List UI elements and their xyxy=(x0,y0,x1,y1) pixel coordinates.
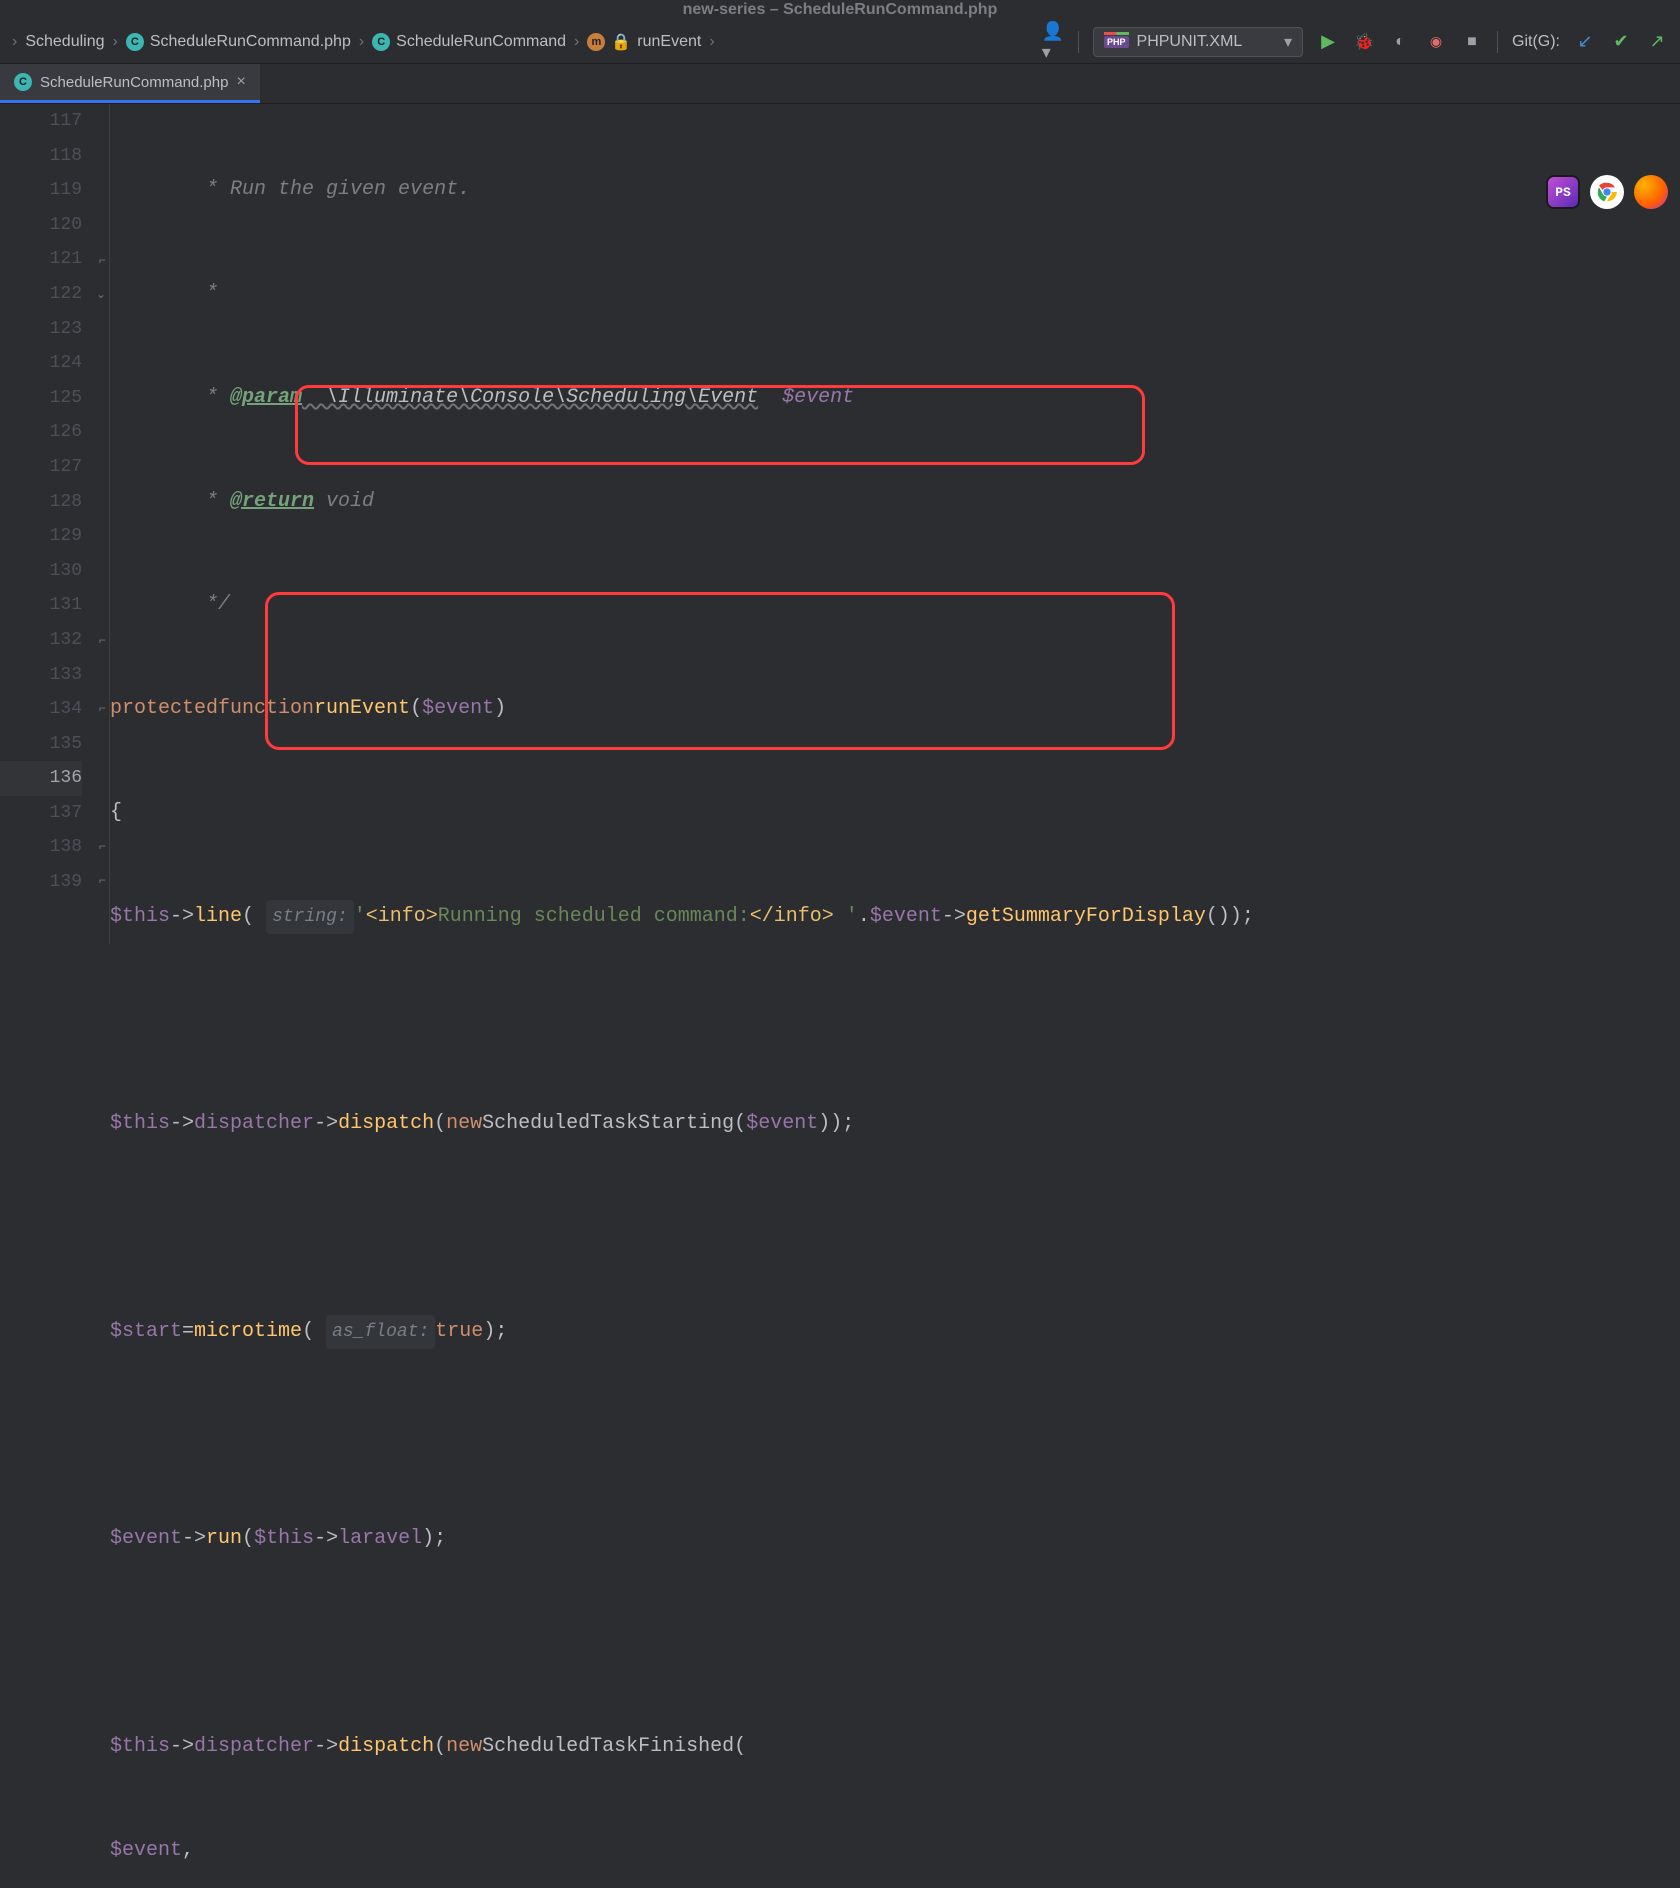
breadcrumb-item[interactable]: C ScheduleRunCommand xyxy=(372,33,566,51)
tab-label: ScheduleRunCommand.php xyxy=(40,74,228,91)
breadcrumb-item[interactable]: m 🔒 runEvent xyxy=(587,32,701,52)
chevron-right-icon: › xyxy=(359,33,364,51)
chevron-right-icon: › xyxy=(709,33,714,51)
chevron-down-icon: ▾ xyxy=(1284,32,1292,52)
close-icon[interactable]: × xyxy=(236,73,245,91)
fold-start-icon[interactable]: ⌄ xyxy=(94,278,106,290)
code-area[interactable]: * Run the given event. * * @param \Illum… xyxy=(110,104,1680,944)
phpunit-icon: PHP xyxy=(1104,36,1129,48)
phpstorm-icon[interactable]: PS xyxy=(1546,175,1580,209)
toolbar: › Scheduling › C ScheduleRunCommand.php … xyxy=(0,20,1680,64)
breadcrumb-item[interactable]: C ScheduleRunCommand.php xyxy=(126,33,351,51)
git-update-button[interactable]: ↙ xyxy=(1574,31,1596,53)
git-commit-button[interactable]: ✔ xyxy=(1610,31,1632,53)
breadcrumb-item[interactable]: Scheduling xyxy=(25,33,104,51)
run-configuration-selector[interactable]: PHP PHPUNIT.XML ▾ xyxy=(1093,27,1303,57)
divider xyxy=(1497,31,1498,53)
tab-file[interactable]: C ScheduleRunCommand.php × xyxy=(0,64,260,103)
debug-button[interactable]: 🐞 xyxy=(1353,31,1375,53)
php-class-icon: C xyxy=(126,33,144,51)
fold-end-icon[interactable]: ⌐ xyxy=(94,864,106,876)
breadcrumb: › Scheduling › C ScheduleRunCommand.php … xyxy=(12,32,1042,52)
chevron-right-icon: › xyxy=(12,33,17,51)
editor-tabs: C ScheduleRunCommand.php × xyxy=(0,64,1680,104)
fold-column[interactable]: ⌐ ⌄ ⌐ ⌐ ⌐ ⌐ xyxy=(92,104,110,944)
run-config-label: PHPUNIT.XML xyxy=(1137,33,1276,51)
chrome-icon[interactable] xyxy=(1590,175,1624,209)
git-label: Git(G): xyxy=(1512,33,1560,51)
chevron-right-icon: › xyxy=(113,33,118,51)
fold-end-icon[interactable]: ⌐ xyxy=(94,830,106,842)
php-class-icon: C xyxy=(14,73,32,91)
profile-button[interactable]: ◉ xyxy=(1425,31,1447,53)
fold-end-icon[interactable]: ⌐ xyxy=(94,624,106,636)
git-push-button[interactable]: ↗ xyxy=(1646,31,1668,53)
user-icon[interactable]: 👤▾ xyxy=(1042,31,1064,53)
fold-end-icon[interactable]: ⌐ xyxy=(94,244,106,256)
window-title: new-series – ScheduleRunCommand.php xyxy=(0,0,1680,20)
method-icon: m xyxy=(587,33,605,51)
firefox-icon[interactable] xyxy=(1634,175,1668,209)
editor: 117118119 120121122 123124125 126127128 … xyxy=(0,104,1680,944)
gutter[interactable]: 117118119 120121122 123124125 126127128 … xyxy=(0,104,110,944)
chevron-right-icon: › xyxy=(574,33,579,51)
fold-end-icon[interactable]: ⌐ xyxy=(94,692,106,704)
divider xyxy=(1078,31,1079,53)
coverage-button[interactable]: ◐ xyxy=(1389,31,1411,53)
run-button[interactable]: ▶ xyxy=(1317,31,1339,53)
php-class-icon: C xyxy=(372,33,390,51)
stop-button[interactable]: ■ xyxy=(1461,31,1483,53)
floating-toolbar: PS xyxy=(1546,175,1668,209)
